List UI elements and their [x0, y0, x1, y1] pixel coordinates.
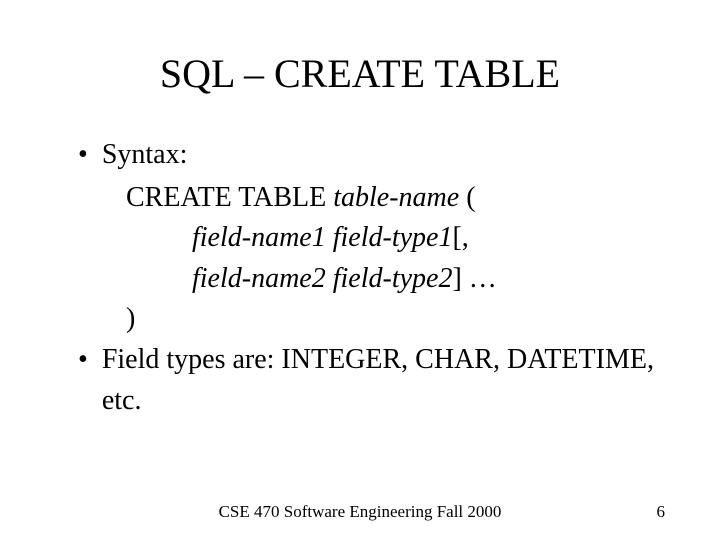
syntax-close-paren: ) — [126, 299, 660, 340]
syntax-field-line-2: field-name2 field-type2] … — [192, 259, 660, 300]
field-types-text: Field types are: INTEGER, CHAR, DATETIME… — [102, 340, 660, 421]
field1-placeholder: field-name1 field-type1 — [192, 222, 452, 253]
create-table-keyword: CREATE TABLE — [126, 182, 333, 213]
bullet-marker: • — [78, 340, 88, 379]
syntax-field-line-1: field-name1 field-type1[, — [192, 218, 660, 259]
bullet-syntax: • Syntax: — [60, 135, 660, 176]
slide-body: • Syntax: CREATE TABLE table-name ( fiel… — [60, 135, 660, 421]
slide-footer: CSE 470 Software Engineering Fall 2000 — [0, 502, 720, 522]
bullet-field-types: • Field types are: INTEGER, CHAR, DATETI… — [60, 340, 660, 421]
slide-title: SQL – CREATE TABLE — [60, 50, 660, 97]
bullet-marker: • — [78, 135, 88, 174]
page-number: 6 — [657, 502, 666, 522]
field2-tail: ] … — [452, 263, 496, 294]
syntax-line-create: CREATE TABLE table-name ( — [126, 178, 660, 219]
table-name-placeholder: table-name — [333, 182, 459, 213]
open-paren: ( — [459, 182, 475, 213]
field2-placeholder: field-name2 field-type2 — [192, 263, 452, 294]
field1-tail: [, — [452, 222, 468, 253]
bullet-syntax-label: Syntax: — [102, 135, 188, 176]
